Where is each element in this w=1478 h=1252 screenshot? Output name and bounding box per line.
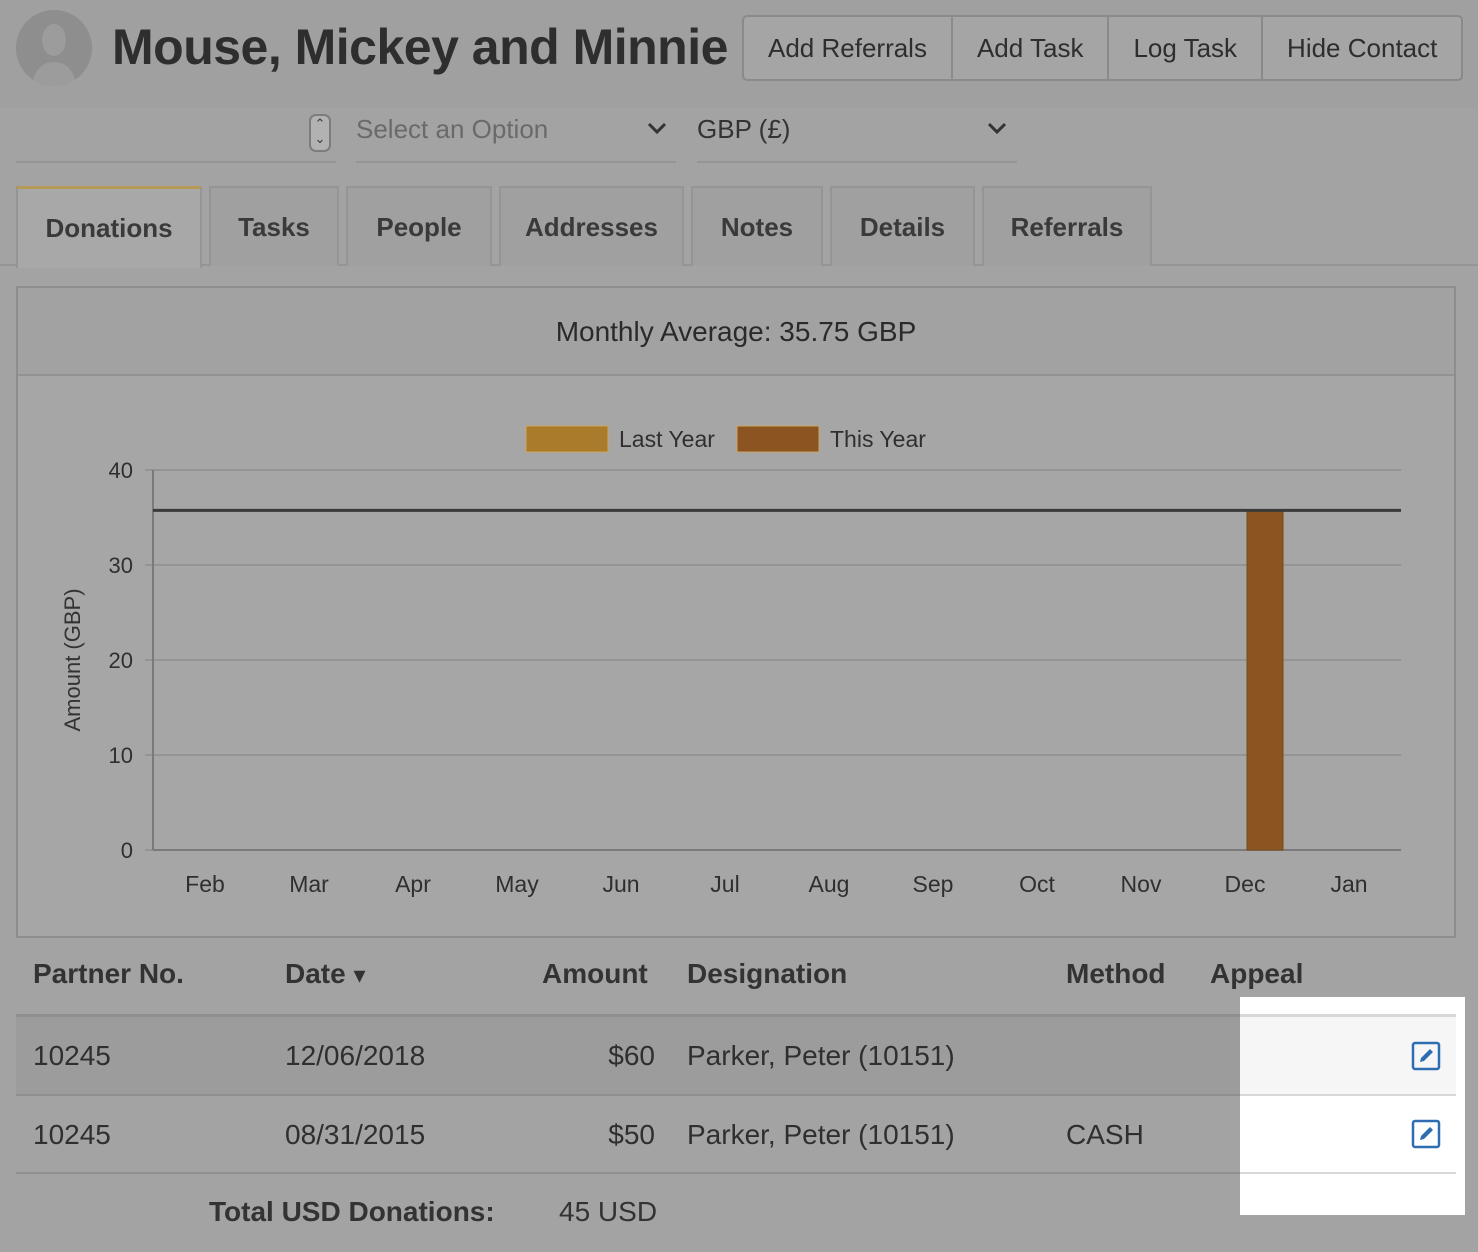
col-header-partner[interactable]: Partner No. (33, 958, 184, 990)
highlight-divider (1240, 1172, 1456, 1174)
chevron-down-icon[interactable] (646, 120, 668, 136)
cell-date: 08/31/2015 (285, 1119, 426, 1150)
x-tick-label: Feb (185, 871, 225, 897)
tab-people[interactable]: People (346, 186, 492, 266)
legend-swatch (736, 425, 820, 453)
cell-partner: 10245 (33, 1040, 111, 1071)
total-label: Total USD Donations: (209, 1196, 495, 1227)
edit-pencil-icon[interactable] (1411, 1041, 1441, 1071)
bar-this-year (1246, 509, 1284, 851)
col-header-appeal[interactable]: Appeal (1210, 958, 1303, 990)
legend-label: Last Year (619, 426, 715, 452)
x-tick-label: Apr (395, 871, 431, 897)
y-tick-label: 20 (109, 648, 133, 673)
option-select[interactable]: Select an Option (356, 114, 548, 145)
contact-name: Mouse, Mickey and Minnie (112, 19, 728, 75)
cell-amount: $50 (608, 1119, 655, 1150)
x-tick-label: Oct (1019, 871, 1055, 897)
sort-desc-icon: ▾ (353, 962, 366, 989)
col-header-method[interactable]: Method (1066, 958, 1166, 990)
stepper-up-icon[interactable]: ⌃ (311, 116, 329, 131)
avatar (16, 10, 92, 86)
x-tick-label: Jan (1330, 871, 1367, 897)
cell-date: 12/06/2018 (285, 1040, 426, 1071)
currency-select[interactable]: GBP (£) (697, 114, 790, 145)
option-select-underline (356, 161, 676, 163)
y-tick-label: 0 (121, 838, 133, 863)
col-header-date-label: Date (285, 958, 346, 989)
tab-addresses[interactable]: Addresses (499, 186, 684, 266)
y-tick-label: 40 (109, 458, 133, 483)
number-stepper[interactable]: ⌃ ⌄ (309, 114, 331, 152)
cell-amount: $60 (608, 1040, 655, 1071)
cell-designation: Parker, Peter (10151) (687, 1119, 955, 1150)
col-header-amount[interactable]: Amount (542, 958, 648, 990)
input-underline (16, 161, 336, 163)
tab-notes[interactable]: Notes (691, 186, 823, 266)
stepper-down-icon[interactable]: ⌄ (311, 131, 329, 146)
edit-pencil-icon[interactable] (1411, 1119, 1441, 1149)
col-header-date[interactable]: Date ▾ (285, 958, 366, 990)
donations-chart: 0 10 20 30 40 Amount (GBP) Feb Mar Apr May Jun Jul A… (60, 425, 1401, 897)
x-tick-label: Nov (1121, 871, 1162, 897)
tab-tasks[interactable]: Tasks (209, 186, 339, 266)
col-header-designation[interactable]: Designation (687, 958, 847, 990)
cell-designation: Parker, Peter (10151) (687, 1040, 955, 1071)
x-tick-label: Jun (602, 871, 639, 897)
legend-label: This Year (830, 426, 926, 452)
tab-referrals[interactable]: Referrals (982, 186, 1152, 266)
x-tick-label: Aug (809, 871, 850, 897)
person-silhouette-icon (16, 10, 92, 86)
x-tick-label: Jul (710, 871, 739, 897)
tab-details[interactable]: Details (830, 186, 975, 266)
donations-chart-panel: Monthly Average: 35.75 GBP 0 10 20 30 40 Amou… (16, 286, 1456, 938)
y-tick-label: 10 (109, 743, 133, 768)
y-tick-label: 30 (109, 553, 133, 578)
x-tick-label: Mar (289, 871, 329, 897)
add-task-button[interactable]: Add Task (953, 17, 1110, 79)
cell-partner: 10245 (33, 1119, 111, 1150)
highlight-divider (1240, 1094, 1456, 1096)
total-value: 45 USD (559, 1196, 658, 1227)
hide-contact-button[interactable]: Hide Contact (1263, 17, 1461, 79)
tab-donations[interactable]: Donations (16, 186, 202, 268)
legend-swatch (525, 425, 609, 453)
log-task-button[interactable]: Log Task (1109, 17, 1264, 79)
action-button-group: Add Referrals Add Task Log Task Hide Con… (742, 15, 1464, 81)
cell-method: CASH (1066, 1119, 1144, 1150)
add-referrals-button[interactable]: Add Referrals (744, 17, 953, 79)
x-tick-label: Sep (913, 871, 954, 897)
currency-select-underline (697, 161, 1017, 163)
x-tick-label: Dec (1225, 871, 1266, 897)
chevron-down-icon[interactable] (986, 120, 1008, 136)
y-axis-label: Amount (GBP) (60, 588, 85, 731)
x-tick-label: May (495, 871, 539, 897)
